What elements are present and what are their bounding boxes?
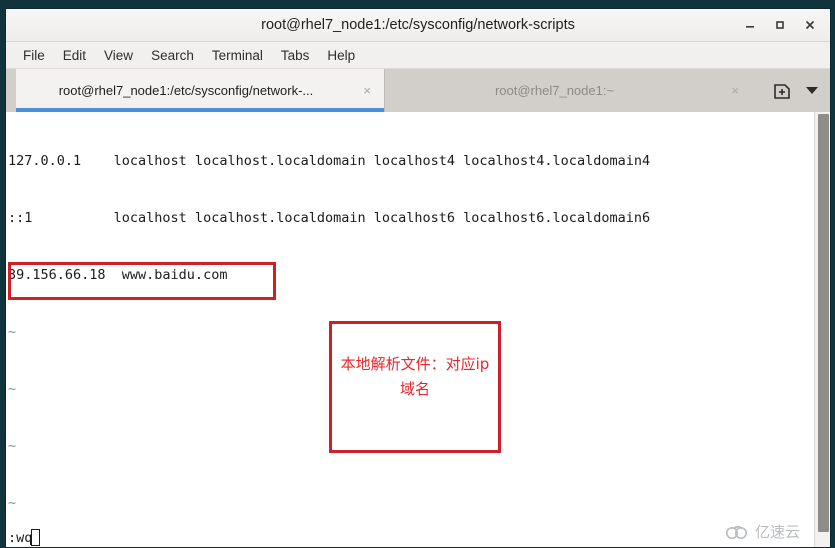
tab-label: root@rhel7_node1:/etc/sysconfig/network-… (58, 83, 314, 98)
empty-line-marker: ~ (8, 438, 17, 454)
new-tab-icon[interactable] (772, 81, 792, 101)
scrollbar-thumb[interactable] (818, 114, 829, 532)
menu-item-help[interactable]: Help (318, 46, 364, 65)
terminal-line: 127.0.0.1 localhost localhost.localdomai… (8, 153, 651, 169)
tab-bar: root@rhel7_node1:/etc/sysconfig/network-… (6, 69, 830, 112)
menu-item-terminal[interactable]: Terminal (203, 46, 272, 65)
empty-line-marker: ~ (8, 495, 17, 511)
menu-item-edit[interactable]: Edit (54, 46, 95, 65)
terminal-text: 127.0.0.1 localhost localhost.localdomai… (8, 114, 651, 547)
menu-item-tabs[interactable]: Tabs (272, 46, 319, 65)
watermark-text: 亿速云 (754, 523, 800, 541)
tab-network-scripts[interactable]: root@rhel7_node1:/etc/sysconfig/network-… (16, 69, 384, 112)
tab-home[interactable]: root@rhel7_node1:~ × (384, 69, 752, 112)
tab-close-icon[interactable]: × (356, 83, 384, 98)
empty-line-marker: ~ (8, 381, 17, 397)
text-cursor (31, 529, 41, 546)
vim-command-line: :wq (8, 529, 41, 546)
window-controls (736, 9, 824, 41)
empty-line-marker: ~ (8, 324, 17, 340)
terminal-body[interactable]: 127.0.0.1 localhost localhost.localdomai… (6, 112, 830, 547)
menu-item-file[interactable]: File (14, 46, 54, 65)
terminal-line: 39.156.66.18 www.baidu.com (8, 267, 228, 283)
terminal-scrollbar[interactable] (814, 112, 830, 547)
vim-command-text: :wq (8, 529, 33, 546)
menu-item-view[interactable]: View (95, 46, 142, 65)
title-bar: root@rhel7_node1:/etc/sysconfig/network-… (6, 9, 830, 42)
tab-tools (752, 69, 830, 112)
tab-label: root@rhel7_node1:~ (494, 83, 615, 98)
menu-bar: File Edit View Search Terminal Tabs Help (6, 42, 830, 69)
maximize-button[interactable] (766, 11, 794, 39)
terminal-line: ::1 localhost localhost.localdomain loca… (8, 210, 651, 226)
close-button[interactable] (796, 11, 824, 39)
menu-item-search[interactable]: Search (142, 46, 203, 65)
chevron-down-icon[interactable] (806, 87, 818, 94)
watermark: 亿速云 (725, 521, 800, 542)
window-title: root@rhel7_node1:/etc/sysconfig/network-… (261, 17, 575, 33)
terminal-viewport[interactable]: 127.0.0.1 localhost localhost.localdomai… (6, 112, 814, 547)
minimize-button[interactable] (736, 11, 764, 39)
screen: root@rhel7_node1:/etc/sysconfig/network-… (0, 0, 835, 548)
cloud-icon (725, 524, 751, 540)
terminal-window: root@rhel7_node1:/etc/sysconfig/network-… (5, 8, 831, 548)
tab-close-icon[interactable]: × (724, 83, 752, 98)
